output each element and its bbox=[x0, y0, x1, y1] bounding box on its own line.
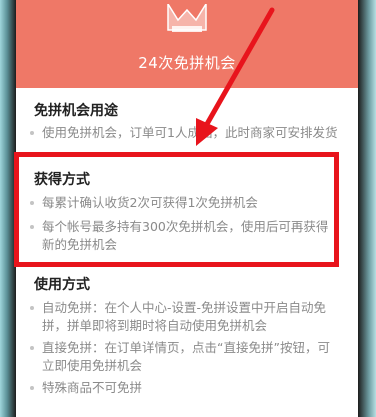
list-item-continued: 拼，拼单即将到期时将自动使用免拼机会 bbox=[42, 318, 268, 333]
bullet bbox=[30, 131, 34, 135]
phone-frame-right bbox=[358, 0, 376, 417]
highlight-box bbox=[14, 152, 339, 267]
list-item: 自动免拼：在个人中心-设置-免拼设置中开启自动免 bbox=[42, 300, 327, 315]
section-title-usage-purpose: 免拼机会用途 bbox=[34, 103, 118, 119]
bullet bbox=[30, 386, 34, 390]
page-title: 24次免拼机会 bbox=[138, 54, 236, 72]
bullet bbox=[30, 346, 34, 350]
header-banner: 24次免拼机会 bbox=[16, 0, 358, 88]
list-item-continued: 立即使用免拼机会 bbox=[42, 358, 143, 373]
list-item: 直接免拼：在订单详情页，点击“直接免拼”按钮，可 bbox=[42, 340, 330, 355]
list-item: 特殊商品不可免拼 bbox=[42, 380, 143, 395]
section-title-usage-method: 使用方式 bbox=[34, 277, 90, 293]
list-item: 使用免拼机会，订单可1人成团，此时商家可安排发货 bbox=[42, 125, 338, 140]
bullet bbox=[30, 306, 34, 310]
free-group-icon bbox=[167, 4, 207, 32]
